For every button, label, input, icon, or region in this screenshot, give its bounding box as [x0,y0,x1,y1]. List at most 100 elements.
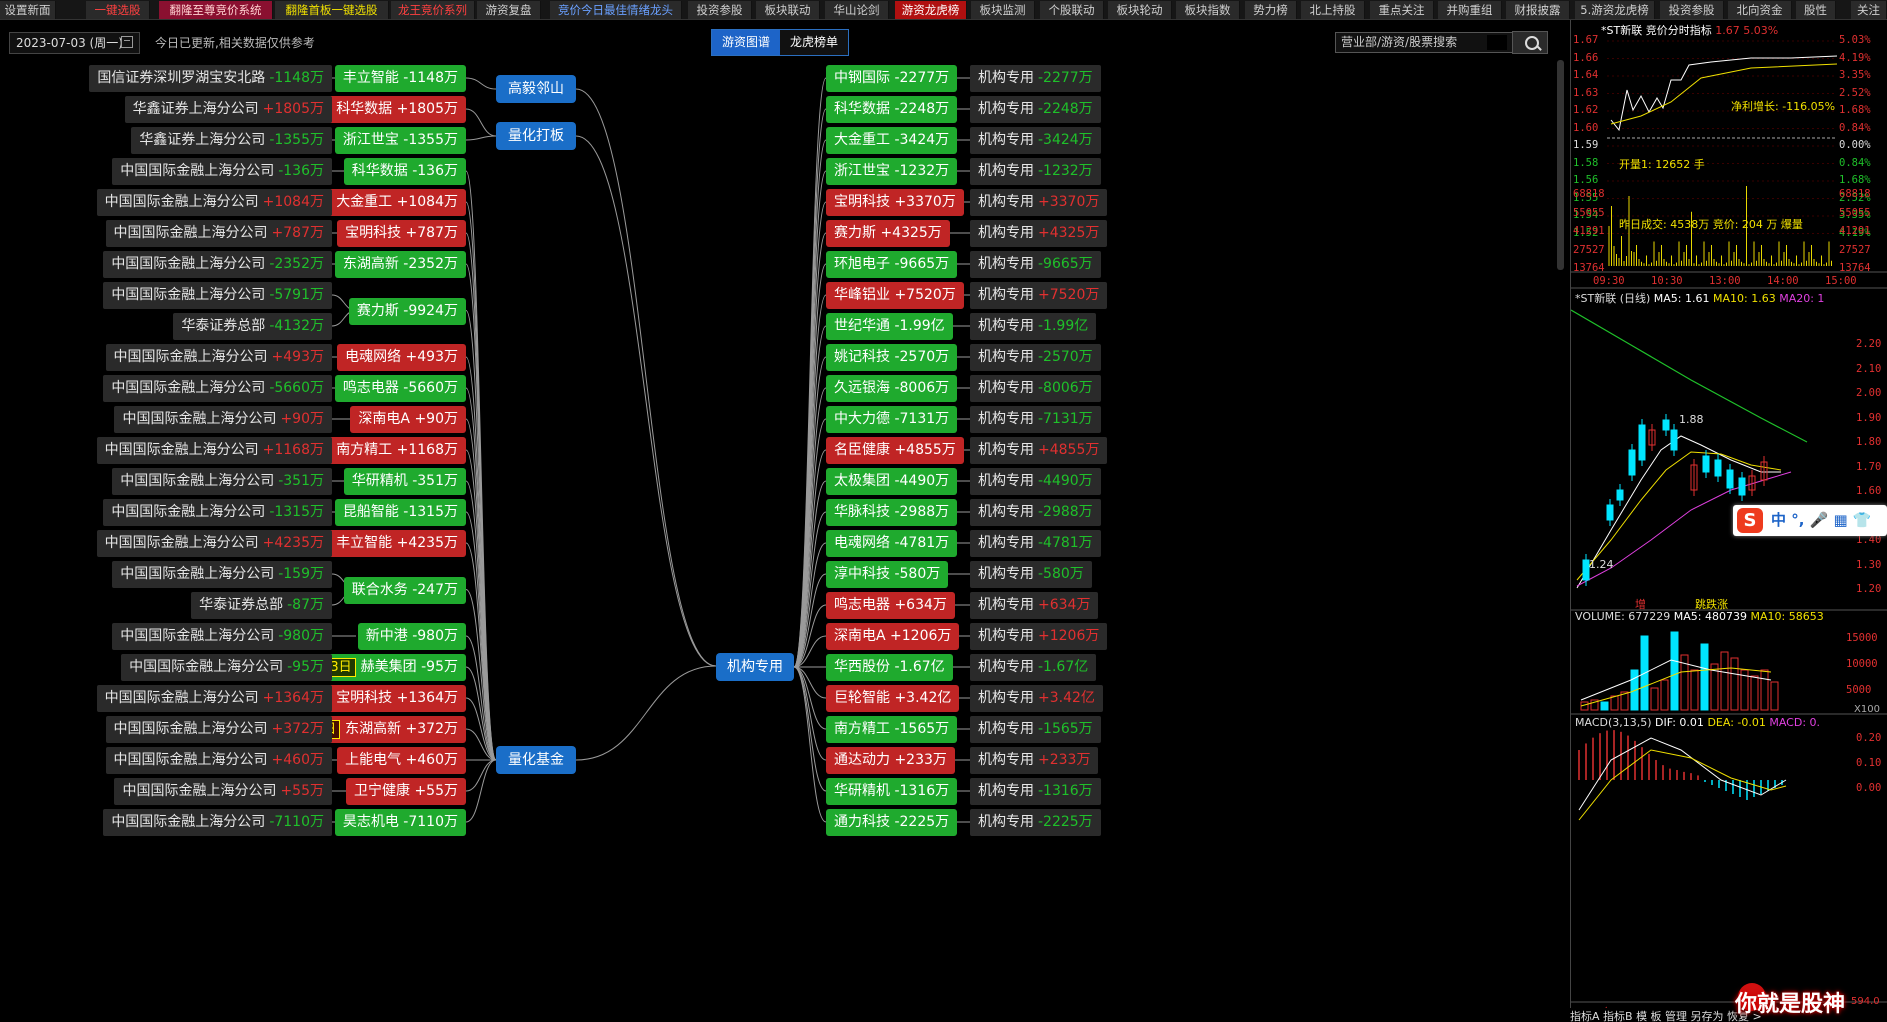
institution-node[interactable]: 机构专用 +3.42亿 [970,685,1103,712]
institution-node[interactable]: 机构专用 -1316万 [970,778,1101,805]
stock-node[interactable]: 赛力斯 -9924万 [348,297,466,325]
tab-youzi-map[interactable]: 游资图谱 [712,30,780,55]
institution-node[interactable]: 机构专用 -4490万 [970,468,1101,495]
stock-node[interactable]: 科华数据 +1805万 [328,96,466,123]
stock-node[interactable]: 东湖高新 -2352万 [334,251,466,278]
stock-node[interactable]: 中大力德 -7131万 [826,406,958,433]
stock-node[interactable]: 深南电A +90万 [350,406,466,433]
stock-node[interactable]: 昊志机电 -7110万 [334,809,466,836]
stock-node[interactable]: 新中港 -980万 [357,623,466,650]
broker-node[interactable]: 中国国际金融上海分公司 -5660万 [103,375,332,402]
institution-node[interactable]: 机构专用 -1565万 [970,716,1101,743]
tab-1[interactable]: 一键选股 [86,1,150,19]
stock-node[interactable]: 大金重工 -3424万 [826,127,958,154]
tab-4[interactable]: 龙王竞价系列 [391,1,475,19]
stock-node[interactable]: 通力科技 -2225万 [826,809,958,836]
vertical-scrollbar[interactable] [1557,60,1564,270]
broker-node[interactable]: 国信证券深圳罗湖宝安北路 -1148万 [89,65,332,92]
broker-node[interactable]: 中国国际金融上海分公司 +1364万 [96,685,332,712]
institution-node[interactable]: 机构专用 +1206万 [970,623,1108,650]
institution-node[interactable]: 机构专用 +4855万 [970,437,1108,464]
stock-node[interactable]: 丰立智能 +4235万 [328,530,466,557]
broker-node[interactable]: 中国国际金融上海分公司 -7110万 [103,809,332,836]
broker-node[interactable]: 中国国际金融上海分公司 +90万 [114,406,332,433]
institution-node[interactable]: 机构专用 -2277万 [970,65,1101,92]
broker-node[interactable]: 华泰证券总部 -87万 [191,592,332,619]
stock-node[interactable]: 太极集团 -4490万 [826,468,958,495]
broker-node[interactable]: 中国国际金融上海分公司 +460万 [105,747,332,774]
tab-20[interactable]: 5.游资龙虎榜 [1575,1,1655,19]
tab-17[interactable]: 重点关注 [1370,1,1434,19]
tab-14[interactable]: 板块指数 [1176,1,1240,19]
institution-node[interactable]: 机构专用 -1.67亿 [970,654,1097,681]
stock-node[interactable]: 久远银海 -8006万 [826,375,958,402]
category-node[interactable]: 高毅邻山 [496,75,576,103]
institution-node[interactable]: 机构专用 -9665万 [970,251,1101,278]
stock-node[interactable]: 大金重工 +1084万 [328,189,466,216]
stock-node[interactable]: 南方精工 +1168万 [328,437,466,464]
search-icon[interactable] [1512,31,1548,54]
date-picker[interactable]: 2023-07-03 (周一) [9,32,140,54]
tab-11[interactable]: 板块监测 [971,1,1035,19]
root-node-institution[interactable]: 机构专用 [716,653,794,681]
institution-node[interactable]: 机构专用 +4325万 [970,220,1108,247]
institution-node[interactable]: 机构专用 -580万 [970,561,1092,588]
broker-node[interactable]: 中国国际金融上海分公司 -980万 [112,623,332,650]
stock-node[interactable]: 通达动力 +233万 [826,747,955,774]
stock-node[interactable]: 上能电气 +460万 [337,747,466,774]
broker-node[interactable]: 中国国际金融上海分公司 +493万 [105,344,332,371]
stock-node[interactable]: 华脉科技 -2988万 [826,499,958,526]
tab-23[interactable]: 股性 [1796,1,1836,19]
stock-node[interactable]: 浙江世宝 -1232万 [826,158,958,185]
broker-node[interactable]: 中国国际金融上海分公司 +1084万 [96,189,332,216]
institution-node[interactable]: 机构专用 -2225万 [970,809,1101,836]
institution-node[interactable]: 机构专用 -1232万 [970,158,1101,185]
stock-node[interactable]: 电魂网络 -4781万 [826,530,958,557]
stock-node[interactable]: 宝明科技 +3370万 [826,189,964,216]
stock-node[interactable]: 华研精机 -351万 [343,468,466,495]
stock-node[interactable]: 深南电A +1206万 [826,623,960,650]
category-node[interactable]: 量化基金 [496,746,576,774]
stock-node[interactable]: 科华数据 -136万 [343,158,466,185]
broker-node[interactable]: 中国国际金融上海分公司 -159万 [112,561,332,588]
stock-node[interactable]: 巨轮智能 +3.42亿 [826,685,960,712]
tab-2[interactable]: 翻隆至尊竞价系统 [159,1,273,19]
institution-node[interactable]: 机构专用 +634万 [970,592,1099,619]
stock-node[interactable]: 鸣志电器 -5660万 [334,375,466,402]
institution-node[interactable]: 机构专用 -2570万 [970,344,1101,371]
tab-19[interactable]: 财报披露 [1506,1,1570,19]
category-node[interactable]: 量化打板 [496,122,576,150]
broker-node[interactable]: 华鑫证券上海分公司 +1805万 [124,96,332,123]
broker-node[interactable]: 华鑫证券上海分公司 -1355万 [131,127,332,154]
calendar-icon[interactable] [121,36,133,48]
institution-node[interactable]: 机构专用 +233万 [970,747,1099,774]
broker-node[interactable]: 华泰证券总部 -4132万 [173,313,332,340]
institution-node[interactable]: 机构专用 +7520万 [970,282,1108,309]
institution-node[interactable]: 机构专用 -8006万 [970,375,1101,402]
broker-node[interactable]: 中国国际金融上海分公司 -95万 [121,654,332,681]
tab-12[interactable]: 个股联动 [1040,1,1104,19]
stock-node[interactable]: 鸣志电器 +634万 [826,592,955,619]
institution-node[interactable]: 机构专用 -1.99亿 [970,313,1097,340]
institution-node[interactable]: 机构专用 -4781万 [970,530,1101,557]
tab-8[interactable]: 板块联动 [756,1,820,19]
broker-node[interactable]: 中国国际金融上海分公司 -1315万 [103,499,332,526]
stock-node[interactable]: 淳中科技 -580万 [826,561,949,588]
tab-5[interactable]: 游资复盘 [477,1,541,19]
tab-13[interactable]: 板块轮动 [1108,1,1172,19]
tab-3[interactable]: 翻隆首板一键选股 [275,1,389,19]
stock-node[interactable]: 联合水务 -247万 [343,576,466,604]
tab-15[interactable]: 势力榜 [1245,1,1297,19]
broker-node[interactable]: 中国国际金融上海分公司 -136万 [112,158,332,185]
stock-node[interactable]: 环旭电子 -9665万 [826,251,958,278]
tab-18[interactable]: 并购重组 [1438,1,1502,19]
broker-node[interactable]: 中国国际金融上海分公司 -2352万 [103,251,332,278]
institution-node[interactable]: 机构专用 -3424万 [970,127,1101,154]
tab-24[interactable]: 关注 [1851,1,1887,19]
tab-6[interactable]: 竞价今日最佳情绪龙头 [550,1,682,19]
tab-0[interactable]: 设置新面 [0,1,56,19]
stock-node[interactable]: 中钢国际 -2277万 [826,65,958,92]
stock-node[interactable]: 华峰铝业 +7520万 [826,282,964,309]
tab-10[interactable]: 游资龙虎榜 [895,1,967,19]
stock-node[interactable]: 浙江世宝 -1355万 [334,127,466,154]
